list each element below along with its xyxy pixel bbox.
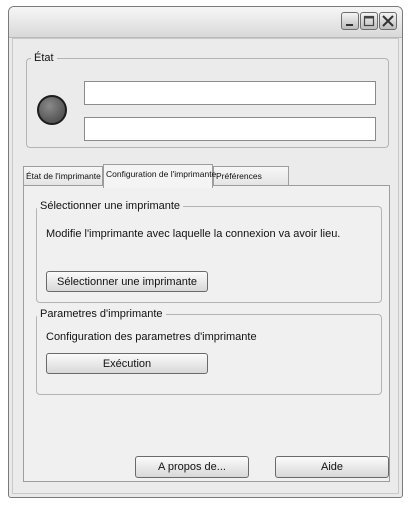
close-button[interactable] (379, 12, 397, 30)
tab-printer-configuration[interactable]: Configuration de l'imprimante (103, 164, 216, 188)
tab-printer-status[interactable]: État de l'imprimante (23, 166, 103, 186)
status-group-legend: État (34, 52, 54, 64)
maximize-icon (363, 15, 375, 27)
title-bar[interactable] (9, 7, 402, 38)
about-button[interactable]: A propos de... (135, 456, 249, 478)
status-field-2 (84, 117, 376, 141)
select-printer-group: Sélectionner une imprimante Modifie l'im… (36, 200, 382, 303)
status-group: État (26, 52, 389, 148)
select-printer-button[interactable]: Sélectionner une imprimante (46, 271, 208, 292)
help-button[interactable]: Aide (275, 456, 389, 478)
select-printer-description: Modifie l'imprimante avec laquelle la co… (46, 228, 341, 240)
minimize-button[interactable] (341, 12, 359, 30)
close-icon (382, 15, 394, 27)
execute-button[interactable]: Exécution (46, 353, 208, 374)
app-window: État État de l'imprimante Configuration … (8, 6, 403, 498)
select-printer-legend: Sélectionner une imprimante (40, 200, 181, 212)
printer-params-group: Parametres d'imprimante Configuration de… (36, 308, 382, 395)
printer-params-description: Configuration des parametres d'imprimant… (46, 331, 257, 343)
client-area: État État de l'imprimante Configuration … (12, 38, 399, 494)
printer-params-legend: Parametres d'imprimante (40, 308, 163, 320)
maximize-button[interactable] (360, 12, 378, 30)
status-indicator-icon (37, 95, 67, 125)
minimize-icon (346, 24, 353, 26)
tab-preferences[interactable]: Préférences (213, 166, 289, 186)
tab-bar: État de l'imprimante Configuration de l'… (21, 164, 401, 188)
status-field-1 (84, 81, 376, 105)
tab-page-configuration: Sélectionner une imprimante Modifie l'im… (23, 185, 390, 482)
